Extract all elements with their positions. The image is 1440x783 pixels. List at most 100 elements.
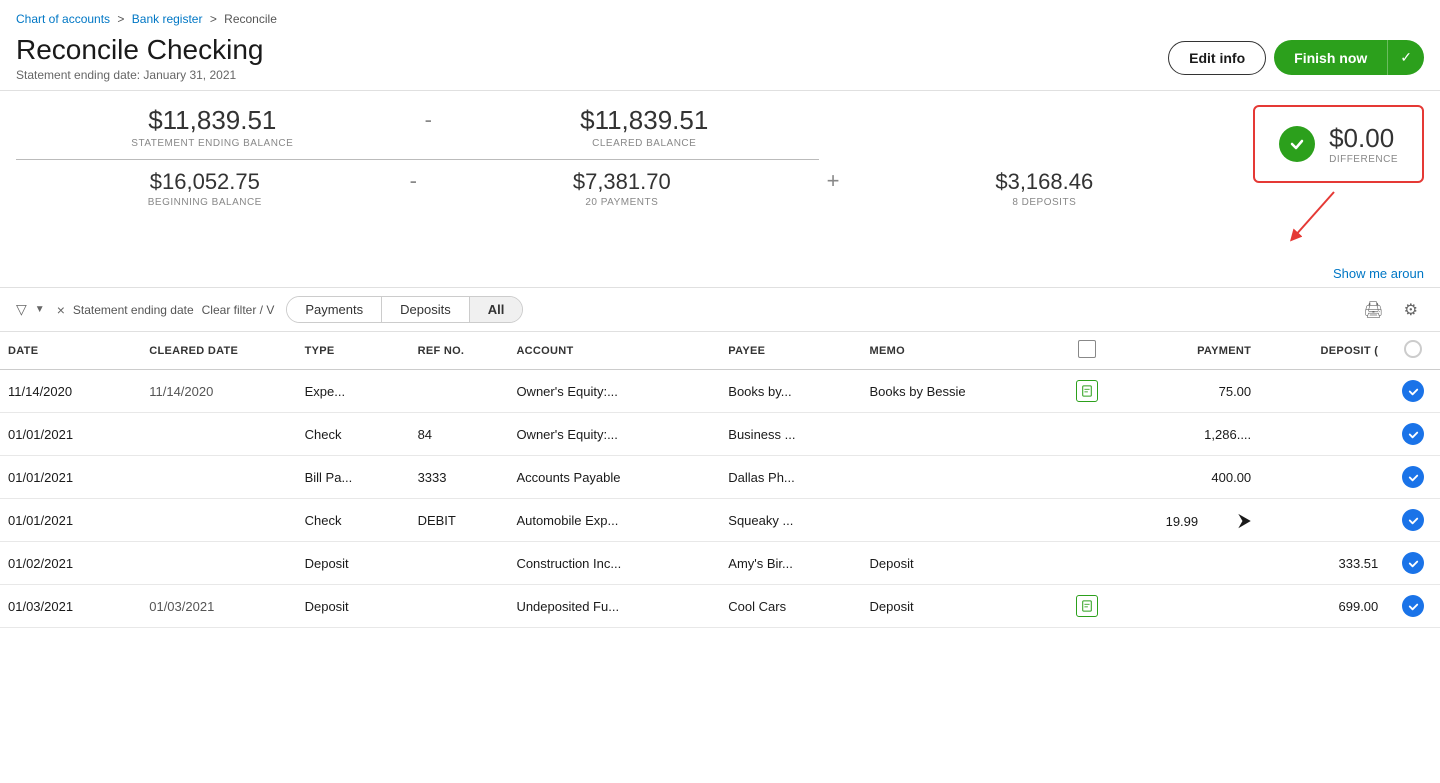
- cell-date: 11/14/2020: [0, 370, 141, 413]
- col-header-ref: REF NO.: [410, 332, 509, 370]
- cell-ref: [410, 585, 509, 628]
- table-row[interactable]: 01/03/2021 01/03/2021 Deposit Undeposite…: [0, 585, 1440, 628]
- cell-memo: Deposit: [862, 585, 1060, 628]
- cell-deposit: [1259, 456, 1386, 499]
- cell-payment: 19.99⮞: [1116, 499, 1259, 542]
- breadcrumb-bank[interactable]: Bank register: [132, 12, 203, 26]
- statement-ending-balance: $11,839.51 STATEMENT ENDING BALANCE: [16, 105, 409, 149]
- cell-ref: DEBIT: [410, 499, 509, 542]
- page-title: Reconcile Checking: [16, 34, 263, 66]
- row-check-icon[interactable]: [1402, 595, 1424, 617]
- cell-payment: [1116, 542, 1259, 585]
- edit-info-button[interactable]: Edit info: [1168, 41, 1266, 75]
- cell-cleared-date: [141, 542, 296, 585]
- beginning-balance: $16,052.75 BEGINNING BALANCE: [16, 169, 394, 208]
- difference-check-icon: [1279, 126, 1315, 162]
- finish-now-caret-button[interactable]: ✓: [1387, 40, 1424, 75]
- cell-payment: 1,286....: [1116, 413, 1259, 456]
- cell-payee: Business ...: [720, 413, 861, 456]
- cell-check[interactable]: [1386, 499, 1440, 542]
- cell-check[interactable]: [1386, 370, 1440, 413]
- table-row[interactable]: 11/14/2020 11/14/2020 Expe... Owner's Eq…: [0, 370, 1440, 413]
- clear-filter-label[interactable]: Clear filter / V: [202, 303, 275, 317]
- cell-deposit: [1259, 499, 1386, 542]
- cell-icon: [1059, 585, 1115, 628]
- cell-payment: 400.00: [1116, 456, 1259, 499]
- cell-memo: Deposit: [862, 542, 1060, 585]
- cell-cleared-date: [141, 413, 296, 456]
- deposits-summary: $3,168.46 8 DEPOSITS: [855, 169, 1233, 208]
- cell-icon: [1059, 499, 1115, 542]
- cell-deposit: [1259, 370, 1386, 413]
- filter-label: Statement ending date: [73, 303, 194, 317]
- row-check-icon[interactable]: [1402, 509, 1424, 531]
- cell-date: 01/01/2021: [0, 456, 141, 499]
- cell-account: Undeposited Fu...: [508, 585, 720, 628]
- filter-dropdown-icon[interactable]: ▼: [35, 304, 45, 315]
- show-me-around-link[interactable]: Show me aroun: [1333, 266, 1424, 281]
- minus-operator-2: -: [394, 168, 433, 208]
- cleared-doc-icon: [1076, 380, 1098, 402]
- cell-deposit: 333.51: [1259, 542, 1386, 585]
- cell-date: 01/01/2021: [0, 499, 141, 542]
- row-check-icon[interactable]: [1402, 552, 1424, 574]
- page-subtitle: Statement ending date: January 31, 2021: [16, 68, 263, 82]
- cell-icon: [1059, 456, 1115, 499]
- col-header-check: [1386, 332, 1440, 370]
- row-check-icon[interactable]: [1402, 466, 1424, 488]
- difference-box: $0.00 DIFFERENCE: [1253, 105, 1424, 183]
- cell-memo: [862, 456, 1060, 499]
- col-header-payee: PAYEE: [720, 332, 861, 370]
- cell-icon: [1059, 370, 1115, 413]
- table-row[interactable]: 01/01/2021 Check DEBIT Automobile Exp...…: [0, 499, 1440, 542]
- row-check-icon[interactable]: [1402, 423, 1424, 445]
- cell-ref: 3333: [410, 456, 509, 499]
- cell-check[interactable]: [1386, 585, 1440, 628]
- col-header-type: TYPE: [297, 332, 410, 370]
- cell-type: Deposit: [297, 585, 410, 628]
- cell-payee: Books by...: [720, 370, 861, 413]
- tab-payments[interactable]: Payments: [287, 297, 382, 322]
- cell-payee: Dallas Ph...: [720, 456, 861, 499]
- row-check-icon[interactable]: [1402, 380, 1424, 402]
- finish-now-button[interactable]: Finish now: [1274, 40, 1387, 75]
- breadcrumb-sep1: >: [117, 12, 124, 26]
- cell-icon: [1059, 413, 1115, 456]
- breadcrumb-chart[interactable]: Chart of accounts: [16, 12, 110, 26]
- tab-deposits[interactable]: Deposits: [382, 297, 470, 322]
- cleared-balance: $11,839.51 CLEARED BALANCE: [448, 105, 841, 149]
- col-header-account: ACCOUNT: [508, 332, 720, 370]
- cell-cleared-date: 01/03/2021: [141, 585, 296, 628]
- cell-cleared-date: [141, 499, 296, 542]
- cell-cleared-date: [141, 456, 296, 499]
- filter-close-icon[interactable]: ×: [57, 302, 65, 318]
- cell-payee: Amy's Bir...: [720, 542, 861, 585]
- plus-operator: +: [811, 168, 856, 208]
- table-row[interactable]: 01/02/2021 Deposit Construction Inc... A…: [0, 542, 1440, 585]
- table-row[interactable]: 01/01/2021 Bill Pa... 3333 Accounts Paya…: [0, 456, 1440, 499]
- cell-deposit: [1259, 413, 1386, 456]
- cell-memo: Books by Bessie: [862, 370, 1060, 413]
- cell-type: Bill Pa...: [297, 456, 410, 499]
- minus-operator-1: -: [409, 107, 448, 147]
- cell-check[interactable]: [1386, 456, 1440, 499]
- breadcrumb: Chart of accounts > Bank register > Reco…: [0, 0, 1440, 30]
- cell-type: Check: [297, 413, 410, 456]
- breadcrumb-reconcile: Reconcile: [224, 12, 277, 26]
- cell-check[interactable]: [1386, 542, 1440, 585]
- col-header-deposit: DEPOSIT (: [1259, 332, 1386, 370]
- cell-memo: [862, 413, 1060, 456]
- cell-account: Owner's Equity:...: [508, 413, 720, 456]
- table-row[interactable]: 01/01/2021 Check 84 Owner's Equity:... B…: [0, 413, 1440, 456]
- print-button[interactable]: 🖨: [1357, 298, 1389, 322]
- breadcrumb-sep2: >: [210, 12, 217, 26]
- cell-payment: 75.00: [1116, 370, 1259, 413]
- tab-all[interactable]: All: [470, 297, 523, 322]
- col-header-icon: [1059, 332, 1115, 370]
- cell-memo: [862, 499, 1060, 542]
- cell-check[interactable]: [1386, 413, 1440, 456]
- filter-icon[interactable]: ▽: [16, 301, 27, 318]
- cell-ref: [410, 542, 509, 585]
- settings-button[interactable]: ⚙: [1398, 298, 1424, 322]
- cleared-doc-icon: [1076, 595, 1098, 617]
